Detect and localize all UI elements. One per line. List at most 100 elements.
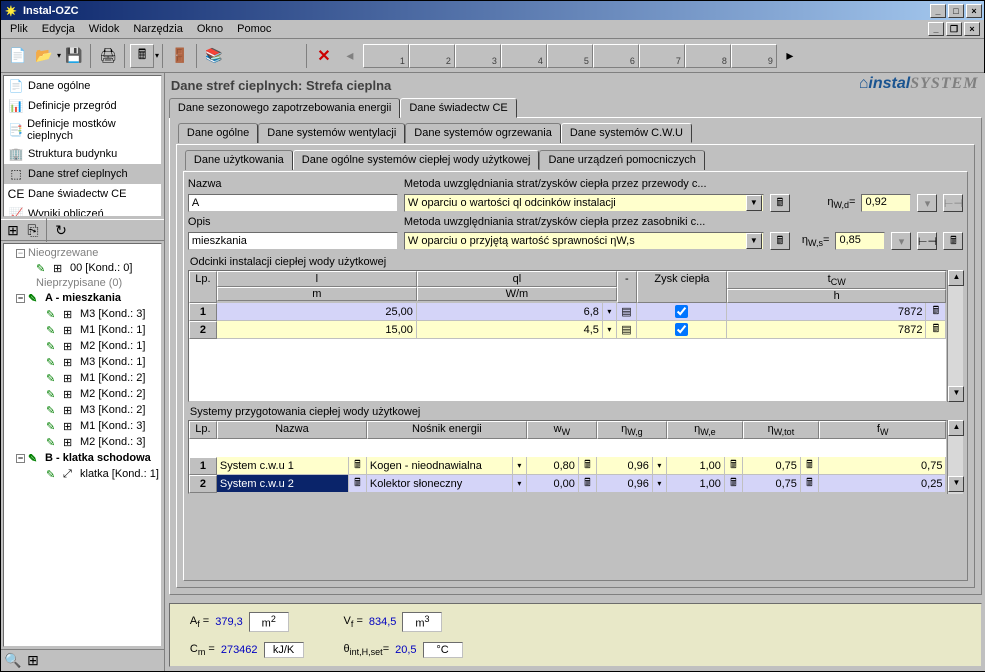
tree-expander[interactable]: −: [16, 454, 25, 463]
menu-okno[interactable]: Okno: [190, 21, 230, 37]
tab[interactable]: Dane ogólne systemów ciepłej wody użytko…: [293, 150, 540, 170]
calc-icon[interactable]: 🖩: [770, 194, 790, 212]
minimize-button[interactable]: _: [930, 4, 946, 18]
next-button[interactable]: ▸: [778, 44, 802, 68]
mdi-minimize-button[interactable]: _: [928, 22, 944, 36]
nav-item[interactable]: 📈Wyniki obliczeń: [4, 204, 161, 217]
zoom-button[interactable]: 🔍: [4, 652, 22, 670]
chevron-down-icon[interactable]: ▼: [746, 233, 762, 249]
tab[interactable]: Dane użytkowania: [185, 150, 293, 170]
tree-node[interactable]: ✎⊞M3 [Kond.: 2]: [6, 402, 159, 418]
metoda2-select[interactable]: W oparciu o przyjętą wartość sprawności …: [404, 232, 764, 250]
drop-btn[interactable]: ▾: [917, 194, 937, 212]
metoda1-select[interactable]: W oparciu o wartości ql odcinków instala…: [404, 194, 764, 212]
tree-node[interactable]: −Nieogrzewane: [6, 246, 159, 260]
grid-odcinki[interactable]: Lp. l m ql W/m -: [188, 270, 948, 402]
tree-node[interactable]: ✎⊞M2 [Kond.: 1]: [6, 338, 159, 354]
page-tile[interactable]: 9: [731, 44, 777, 68]
tree-node[interactable]: ✎⊞M3 [Kond.: 1]: [6, 354, 159, 370]
tree-link-button[interactable]: ⎘: [24, 221, 42, 239]
open-button[interactable]: 📂: [32, 44, 56, 68]
maximize-button[interactable]: □: [948, 4, 964, 18]
calc-icon[interactable]: 🖩: [943, 232, 963, 250]
menu-pomoc[interactable]: Pomoc: [230, 21, 278, 37]
scrollbar[interactable]: ▲ ▼: [947, 270, 963, 402]
tree-node[interactable]: ✎⊞M1 [Kond.: 3]: [6, 418, 159, 434]
help-icon[interactable]: 📚: [202, 44, 226, 68]
menu-plik[interactable]: Plik: [3, 21, 35, 37]
zysk-checkbox[interactable]: [675, 305, 688, 318]
page-tile[interactable]: 5: [547, 44, 593, 68]
grid-button[interactable]: ⊞: [24, 652, 42, 670]
room-icon: ⊞: [63, 403, 77, 417]
table-row[interactable]: 2 System c.w.u 2 🖩 Kolektor słoneczny ▾ …: [189, 475, 947, 493]
nav-item[interactable]: 📊Definicje przegród: [4, 96, 161, 116]
tab[interactable]: Dane urządzeń pomocniczych: [539, 150, 704, 170]
tree-node[interactable]: ✎⊞M1 [Kond.: 2]: [6, 370, 159, 386]
page-tile[interactable]: 4: [501, 44, 547, 68]
tree-refresh-button[interactable]: ↻: [52, 221, 70, 239]
tree-node[interactable]: −✎A - mieszkania: [6, 290, 159, 306]
save-button[interactable]: 💾: [62, 44, 86, 68]
menu-edycja[interactable]: Edycja: [35, 21, 82, 37]
page-tile[interactable]: 8: [685, 44, 731, 68]
nav-item[interactable]: 📄Dane ogólne: [4, 76, 161, 96]
tree-expander[interactable]: −: [16, 294, 25, 303]
tree-node[interactable]: ✎⊞M2 [Kond.: 2]: [6, 386, 159, 402]
link-icon[interactable]: ⊢⊣: [917, 232, 937, 250]
tab[interactable]: Dane świadectw CE: [400, 98, 516, 118]
tree-node[interactable]: ✎⊞M2 [Kond.: 3]: [6, 434, 159, 450]
new-button[interactable]: 📄: [6, 44, 30, 68]
scrollbar[interactable]: ▲ ▼: [947, 420, 963, 494]
nav-item[interactable]: 🏢Struktura budynku: [4, 144, 161, 164]
chevron-down-icon[interactable]: ▼: [746, 195, 762, 211]
tab[interactable]: Dane systemów ogrzewania: [405, 123, 561, 143]
nav-icon: 📑: [8, 122, 23, 138]
exit-icon[interactable]: 🚪: [168, 44, 192, 68]
table-row[interactable]: 2 15,00 4,5 ▾ ▤ 7872 🖩: [189, 321, 947, 339]
drop-btn[interactable]: ▾: [891, 232, 911, 250]
print-button[interactable]: 🖨: [96, 44, 120, 68]
page-tile[interactable]: 2: [409, 44, 455, 68]
calc-icon[interactable]: 🖩: [770, 232, 790, 250]
tree-node[interactable]: ✎⊞M1 [Kond.: 1]: [6, 322, 159, 338]
link-icon[interactable]: ⊢⊣: [943, 194, 963, 212]
tree-node[interactable]: ✎⤢klatka [Kond.: 1]: [6, 466, 159, 482]
calc-button[interactable]: 🖩: [130, 44, 154, 68]
nav-icon: ⬚: [8, 166, 24, 182]
tab[interactable]: Dane sezonowego zapotrzebowania energii: [169, 98, 400, 118]
cancel-icon[interactable]: ✕: [312, 44, 336, 68]
menu-widok[interactable]: Widok: [82, 21, 127, 37]
nav-item[interactable]: 📑Definicje mostków cieplnych: [4, 116, 161, 144]
tab[interactable]: Dane ogólne: [178, 123, 258, 143]
nav-item[interactable]: ⬚Dane stref cieplnych: [4, 164, 161, 184]
tree-expand-button[interactable]: ⊞: [4, 221, 22, 239]
pencil-icon: ✎: [46, 307, 60, 321]
prev-button[interactable]: ◂: [338, 44, 362, 68]
opis-input[interactable]: [188, 232, 398, 250]
tree[interactable]: −Nieogrzewane✎⊞00 [Kond.: 0]Nieprzypisan…: [3, 243, 162, 647]
tab[interactable]: Dane systemów C.W.U: [561, 123, 692, 143]
grid-systemy[interactable]: Lp. Nazwa Nośnik energii wW ηW,g ηW,e ηW…: [188, 420, 948, 494]
tree-node[interactable]: −✎B - klatka schodowa: [6, 450, 159, 466]
nav-item[interactable]: CEDane świadectw CE: [4, 184, 161, 204]
page-tile[interactable]: 3: [455, 44, 501, 68]
page-tile[interactable]: 7: [639, 44, 685, 68]
close-button[interactable]: ×: [966, 4, 982, 18]
tree-expander[interactable]: −: [16, 249, 25, 258]
tree-node[interactable]: Nieprzypisane (0): [6, 276, 159, 290]
name-input[interactable]: [188, 194, 398, 212]
mdi-restore-button[interactable]: ❐: [946, 22, 962, 36]
zysk-checkbox[interactable]: [675, 323, 688, 336]
table-row[interactable]: 1 System c.w.u 1 🖩 Kogen - nieodnawialna…: [189, 457, 947, 475]
menu-narzedzia[interactable]: Narzędzia: [126, 21, 190, 37]
tab[interactable]: Dane systemów wentylacji: [258, 123, 405, 143]
page-tile[interactable]: 1: [363, 44, 409, 68]
metoda1-label: Metoda uwzględniania strat/zysków ciepła…: [404, 178, 707, 190]
page-tile[interactable]: 6: [593, 44, 639, 68]
tree-node[interactable]: ✎⊞00 [Kond.: 0]: [6, 260, 159, 276]
grid2-title: Systemy przygotowania ciepłej wody użytk…: [190, 406, 964, 418]
tree-node[interactable]: ✎⊞M3 [Kond.: 3]: [6, 306, 159, 322]
table-row[interactable]: 1 25,00 6,8 ▾ ▤ 7872 🖩: [189, 303, 947, 321]
mdi-close-button[interactable]: ×: [964, 22, 980, 36]
